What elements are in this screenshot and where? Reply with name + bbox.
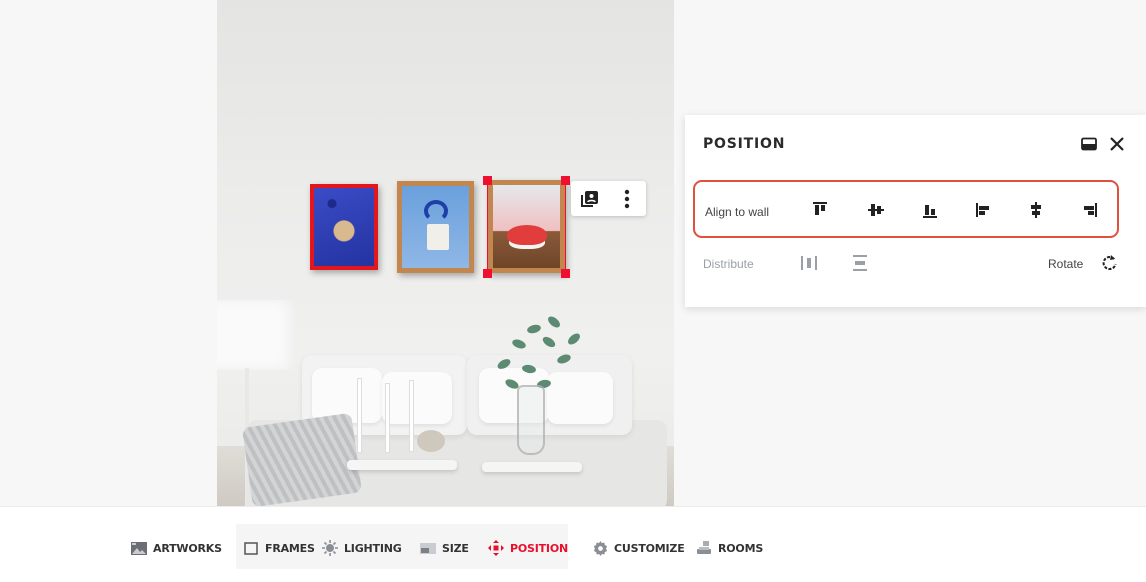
room-icon	[696, 540, 712, 555]
nav-customize[interactable]: CUSTOMIZE	[592, 539, 685, 557]
resize-handle-bottom-right[interactable]	[561, 269, 570, 278]
rotate-icon[interactable]	[1098, 252, 1120, 274]
candle	[409, 380, 414, 452]
nav-rooms[interactable]: ROOMS	[696, 539, 763, 557]
cushion	[382, 372, 452, 424]
selection-outline	[565, 180, 566, 273]
decor-ball	[417, 430, 445, 452]
align-top-icon[interactable]	[809, 199, 831, 221]
nav-size[interactable]: SIZE	[420, 539, 469, 557]
artwork-toolbar	[571, 181, 646, 216]
nav-rooms-label: ROOMS	[718, 541, 764, 555]
floor-lamp	[217, 300, 297, 370]
artwork-1[interactable]	[310, 184, 378, 270]
resize-handle-top-left[interactable]	[483, 176, 492, 185]
gear-icon	[592, 540, 608, 556]
more-vertical-icon[interactable]	[616, 188, 638, 210]
resize-handle-bottom-left[interactable]	[483, 269, 492, 278]
nav-artworks-label: ARTWORKS	[153, 541, 222, 555]
nav-customize-label: CUSTOMIZE	[614, 541, 685, 555]
nav-size-label: SIZE	[442, 541, 469, 555]
throw-blanket	[241, 412, 363, 506]
candle	[385, 383, 390, 453]
minimize-panel-icon[interactable]	[1078, 133, 1100, 155]
distribute-horizontal-icon[interactable]	[798, 252, 820, 274]
nav-lighting[interactable]: LIGHTING	[322, 539, 402, 557]
side-table	[482, 462, 582, 472]
nav-position[interactable]: POSITION	[488, 539, 568, 557]
panel-title: POSITION	[703, 136, 786, 152]
app-canvas: POSITION Align to wall Distribute Rotate…	[0, 0, 1146, 582]
glass-vase	[517, 385, 545, 455]
rotate-label: Rotate	[1048, 257, 1084, 271]
nav-lighting-label: LIGHTING	[344, 541, 402, 555]
align-to-wall-label: Align to wall	[705, 205, 770, 219]
nav-artworks[interactable]: ARTWORKS	[131, 539, 222, 557]
artwork-3-selected[interactable]	[488, 180, 565, 273]
resize-handle-top-right[interactable]	[561, 176, 570, 185]
plant-leaves	[487, 310, 587, 395]
align-bottom-icon[interactable]	[919, 199, 941, 221]
nav-frames[interactable]: FRAMES	[243, 539, 315, 557]
bottom-navigation: ARTWORKS FRAMES LIGHTING SIZE POSITION C…	[0, 506, 1146, 582]
distribute-label: Distribute	[703, 257, 754, 271]
align-center-horizontal-icon[interactable]	[1025, 199, 1047, 221]
lighting-icon	[322, 540, 338, 556]
align-right-icon[interactable]	[1079, 199, 1101, 221]
position-panel: POSITION Align to wall Distribute Rotate	[685, 115, 1146, 307]
align-middle-vertical-icon[interactable]	[865, 199, 887, 221]
align-to-wall-row: Align to wall	[693, 180, 1119, 238]
size-icon	[420, 541, 436, 555]
candle	[357, 378, 362, 453]
move-arrows-icon	[488, 540, 504, 556]
selection-outline	[487, 180, 488, 273]
nav-position-label: POSITION	[510, 541, 568, 555]
coffee-table	[347, 460, 457, 470]
gallery-layers-icon[interactable]	[579, 188, 601, 210]
distribute-vertical-icon[interactable]	[849, 252, 871, 274]
align-left-icon[interactable]	[972, 199, 994, 221]
close-icon[interactable]	[1106, 133, 1128, 155]
nav-frames-label: FRAMES	[265, 541, 315, 555]
frame-icon	[243, 541, 259, 555]
images-icon	[131, 541, 147, 555]
artwork-2[interactable]	[397, 181, 474, 273]
